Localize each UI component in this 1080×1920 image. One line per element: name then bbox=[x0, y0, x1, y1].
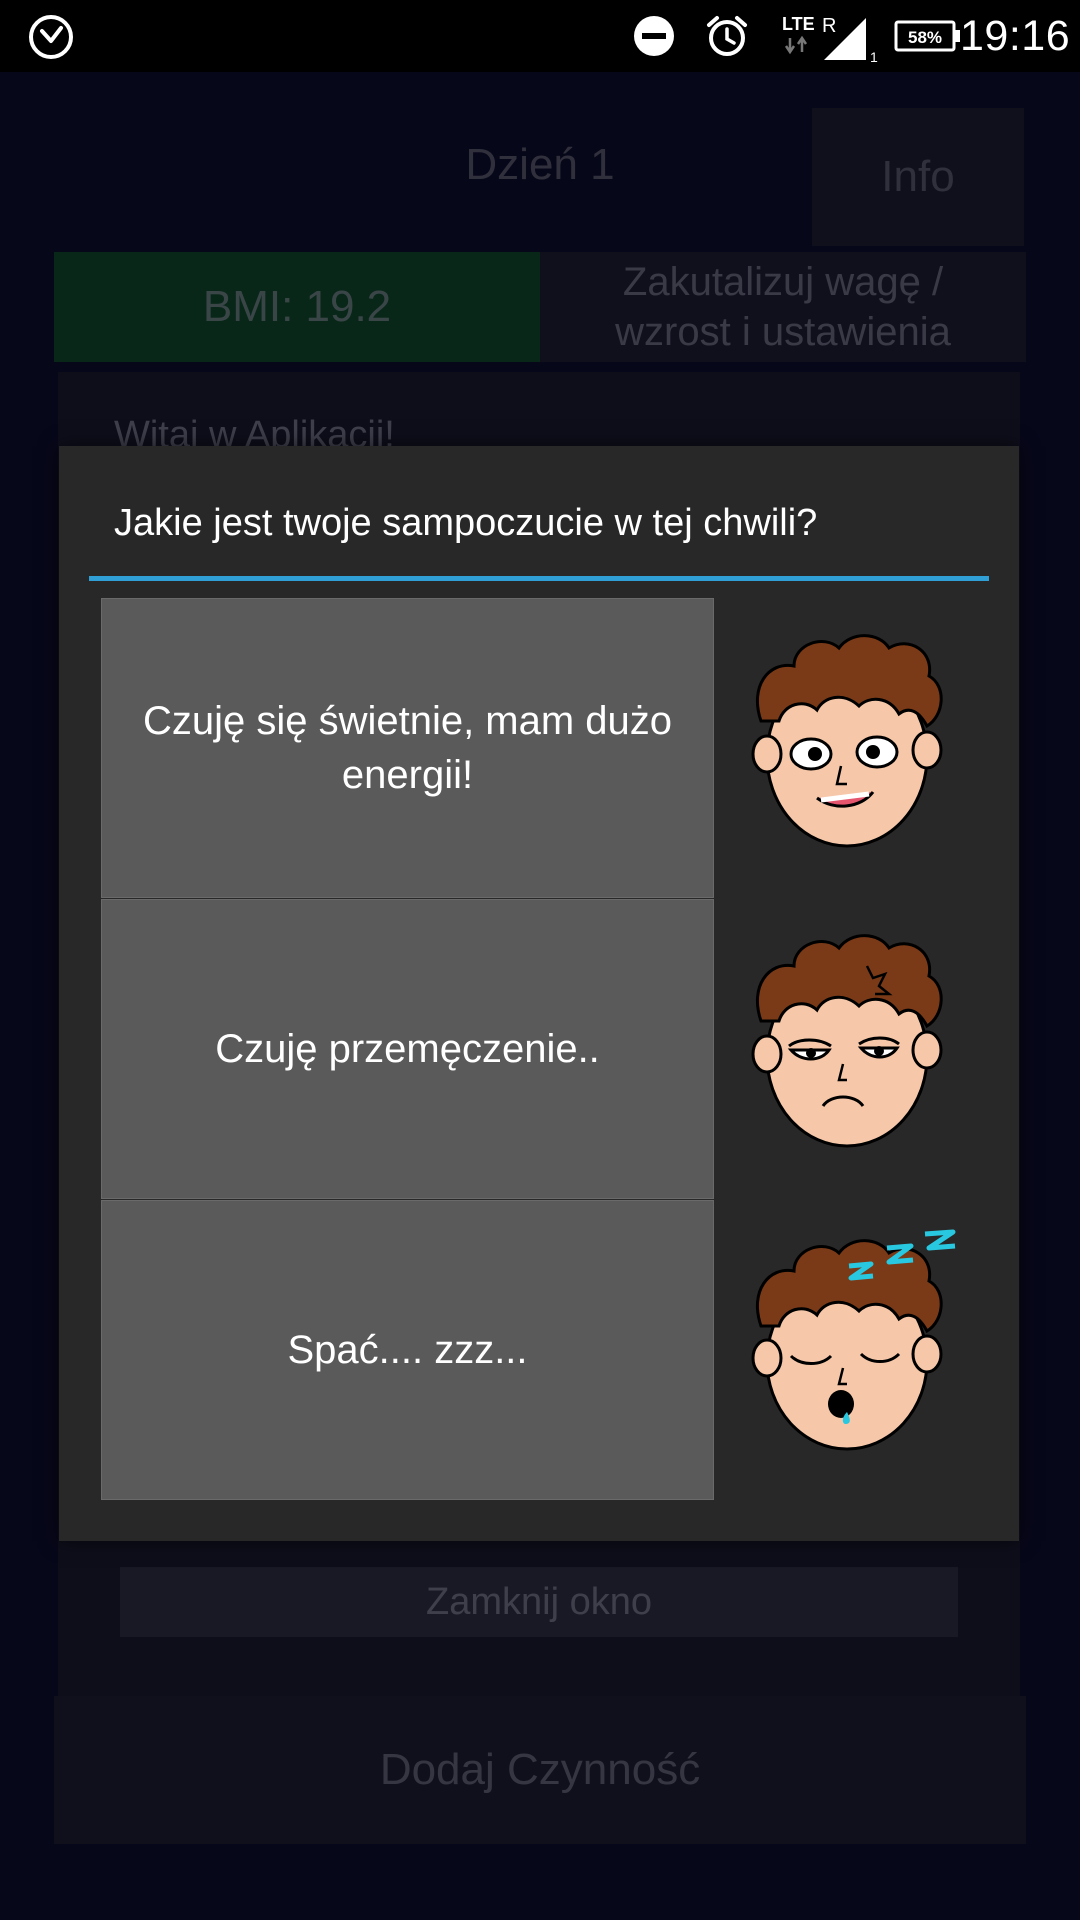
add-activity-button: Dodaj Czynność bbox=[54, 1696, 1026, 1844]
mood-dialog: Jakie jest twoje sampoczucie w tej chwil… bbox=[59, 446, 1019, 1541]
lte-signal-icon: LTE R 1 bbox=[774, 0, 884, 72]
bmi-indicator: BMI: 19.2 bbox=[54, 252, 540, 362]
background-tabs: Dzień 1 Info bbox=[0, 108, 1080, 246]
battery-icon: 58% bbox=[894, 0, 962, 72]
clock: 19:16 bbox=[960, 11, 1071, 60]
do-not-disturb-icon bbox=[632, 0, 676, 72]
option-sleepy-button[interactable]: Spać.... zzz... bbox=[101, 1200, 714, 1500]
tab-info: Info bbox=[812, 108, 1024, 246]
tired-face-icon bbox=[739, 926, 979, 1156]
dialog-divider bbox=[89, 576, 989, 581]
option-energetic-button[interactable]: Czuję się świetnie, mam dużo energii! bbox=[101, 598, 714, 898]
alarm-icon bbox=[704, 0, 750, 72]
dialog-title: Jakie jest twoje sampoczucie w tej chwil… bbox=[114, 502, 818, 544]
sleepy-face-icon bbox=[739, 1226, 979, 1456]
happy-face-icon bbox=[739, 626, 979, 856]
option-tired-button[interactable]: Czuję przemęczenie.. bbox=[101, 899, 714, 1199]
update-settings-button: Zakutalizuj wagę / wzrost i ustawienia bbox=[540, 252, 1026, 362]
signal-sub-label: 1 bbox=[870, 49, 878, 64]
battery-level: 58% bbox=[908, 28, 942, 47]
status-bar: LTE R 1 58% 19:16 bbox=[0, 0, 1080, 72]
tab-day: Dzień 1 bbox=[465, 140, 615, 189]
lte-label: LTE bbox=[782, 14, 815, 34]
roaming-label: R bbox=[822, 15, 836, 37]
close-window-button: Zamknij okno bbox=[120, 1567, 958, 1637]
app-clock-icon bbox=[28, 14, 74, 60]
